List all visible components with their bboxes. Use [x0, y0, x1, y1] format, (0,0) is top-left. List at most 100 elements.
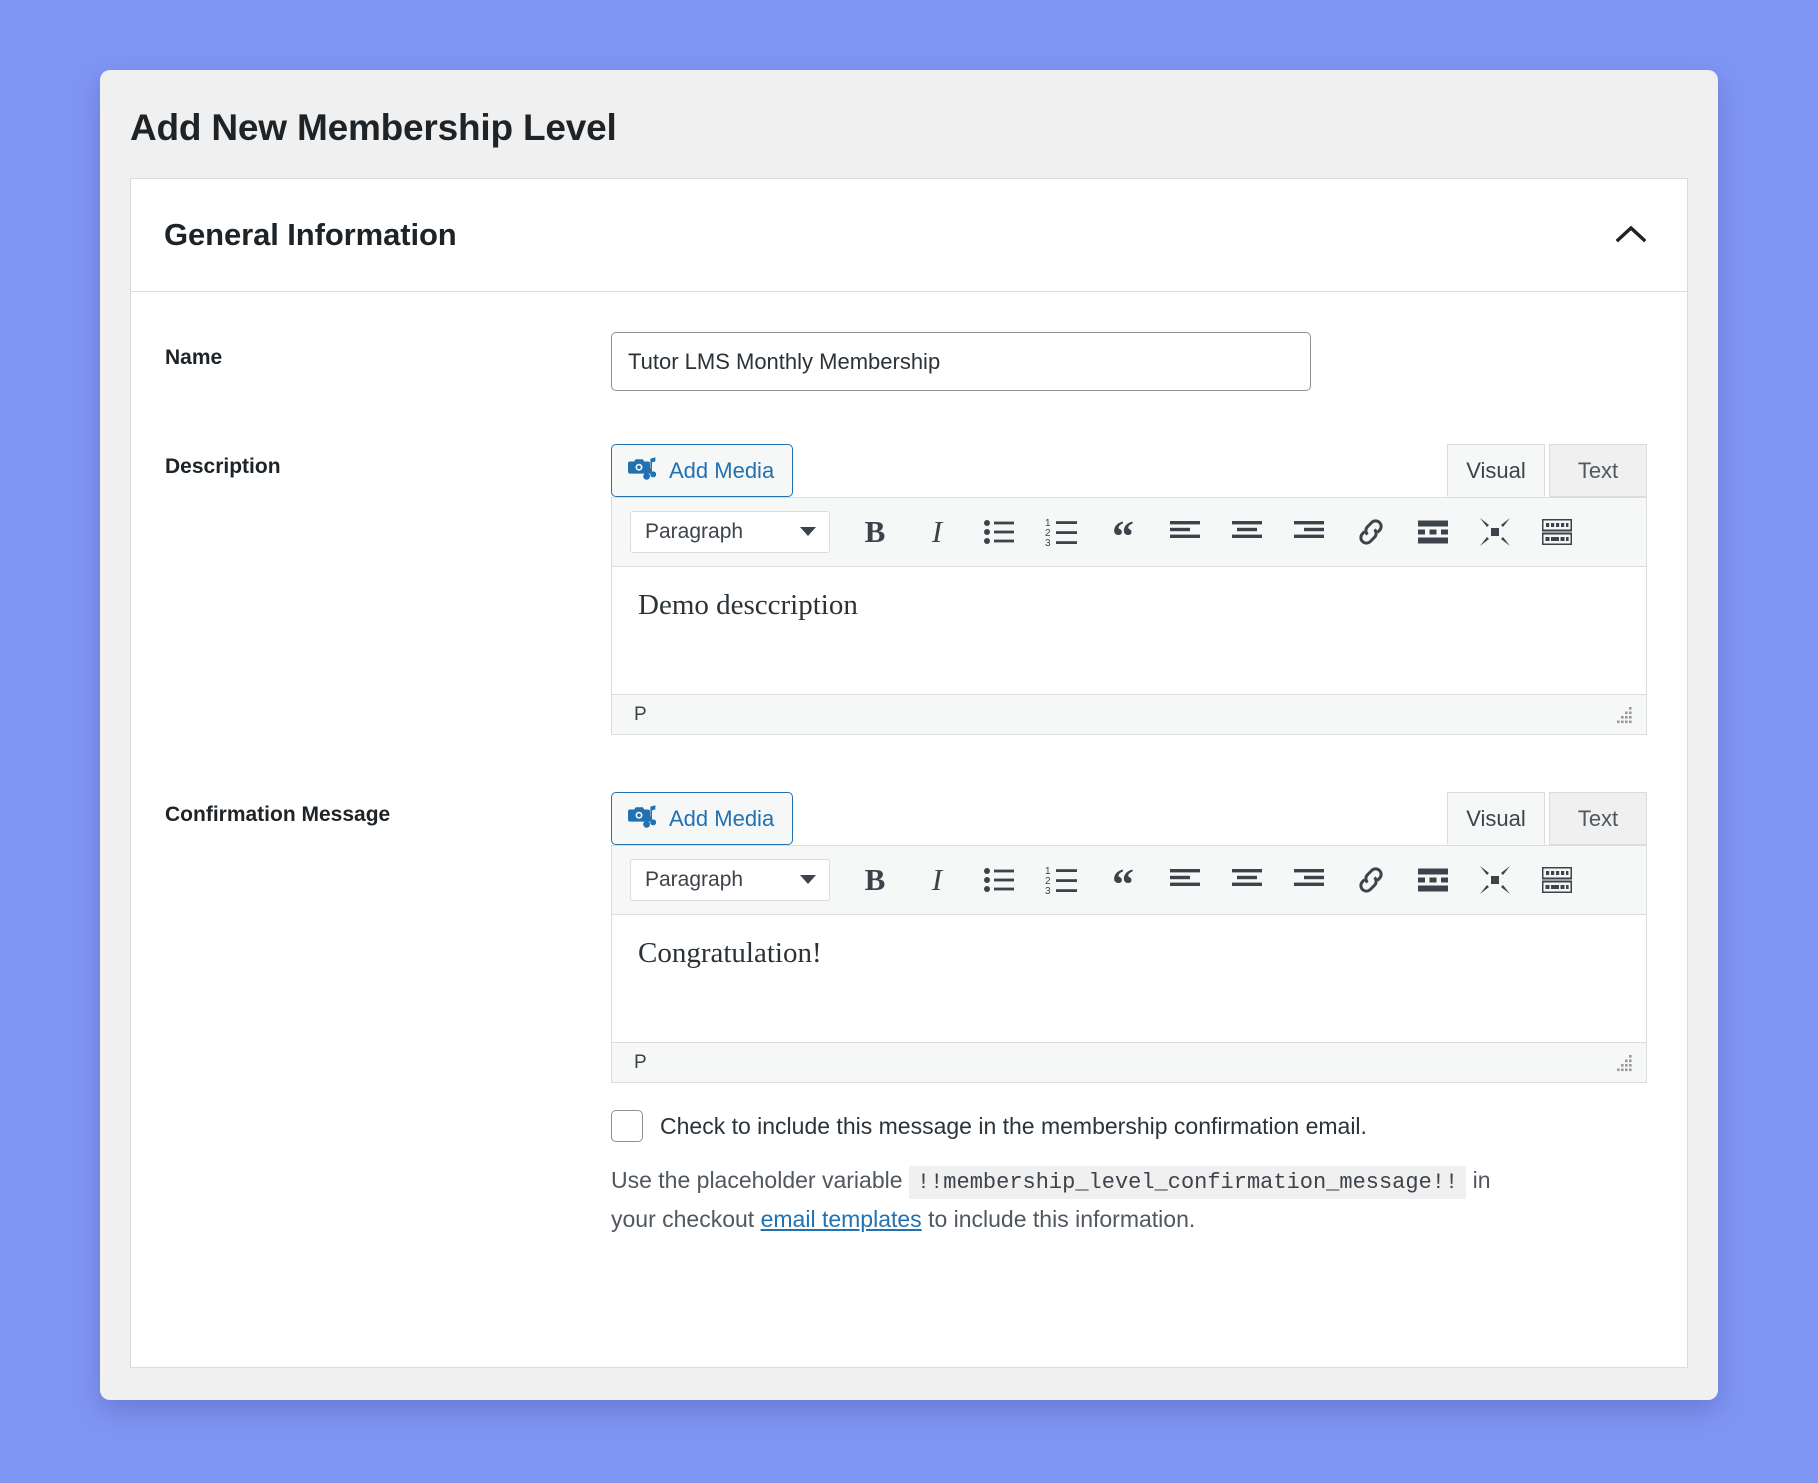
name-label: Name [165, 346, 223, 369]
align-right-icon [1294, 868, 1324, 892]
insert-link-button[interactable] [1340, 504, 1402, 560]
placeholder-variable-code: !!membership_level_confirmation_message!… [908, 1166, 1467, 1199]
include-in-email-checkbox-row: Check to include this message in the mem… [611, 1110, 1647, 1142]
confirmation-tab-text[interactable]: Text [1549, 792, 1647, 845]
italic-button[interactable]: I [906, 852, 968, 908]
metabox-body: Name Description [131, 292, 1687, 1278]
toolbar-toggle-icon [1542, 519, 1572, 545]
confirmation-message-editor: Add Media Visual Text Paragraph B I 1 2 … [611, 789, 1647, 1238]
bold-button[interactable]: B [844, 852, 906, 908]
italic-button[interactable]: I [906, 504, 968, 560]
confirmation-tab-visual[interactable]: Visual [1447, 792, 1545, 845]
confirmation-add-media-button[interactable]: Add Media [611, 792, 794, 845]
svg-text:3: 3 [1045, 886, 1051, 894]
add-media-icon [628, 804, 657, 834]
confirmation-editor-toolbar: Paragraph B I 1 2 3 “ [612, 846, 1646, 915]
chevron-down-icon [799, 520, 817, 544]
bulleted-list-icon [984, 519, 1014, 545]
confirmation-message-label: Confirmation Message [165, 803, 391, 826]
metabox-title: General Information [164, 217, 457, 252]
chevron-up-icon [1615, 225, 1647, 246]
page-title: Add New Membership Level [130, 107, 617, 148]
field-row-description: Description Add Media Visual Text Paragr… [165, 441, 1647, 735]
description-editor-topbar: Add Media Visual Text [611, 441, 1647, 497]
bulleted-list-button[interactable] [968, 852, 1030, 908]
blockquote-button[interactable]: “ [1092, 504, 1154, 560]
description-format-select[interactable]: Paragraph [630, 511, 830, 553]
resize-grip-icon[interactable] [1612, 1052, 1634, 1074]
description-editor-tabs: Visual Text [1447, 444, 1647, 497]
toolbar-toggle-icon [1542, 867, 1572, 893]
align-right-icon [1294, 520, 1324, 544]
description-format-select-value: Paragraph [645, 520, 744, 543]
field-row-name: Name [165, 332, 1641, 391]
read-more-icon [1418, 868, 1448, 892]
bulleted-list-button[interactable] [968, 504, 1030, 560]
help-text-part3: to include this information. [928, 1205, 1196, 1232]
fullscreen-icon [1480, 518, 1510, 546]
include-in-email-label: Check to include this message in the mem… [660, 1112, 1367, 1139]
description-editor-path: P [634, 703, 647, 725]
align-center-icon [1232, 520, 1262, 544]
field-row-confirmation-message: Confirmation Message Add Media Visual Te… [165, 789, 1647, 1238]
description-add-media-button[interactable]: Add Media [611, 444, 794, 497]
description-tab-visual[interactable]: Visual [1447, 444, 1545, 497]
fullscreen-button[interactable] [1464, 852, 1526, 908]
bold-button[interactable]: B [844, 504, 906, 560]
description-editor-frame: Paragraph B I 1 2 3 “ Demo desccription … [611, 497, 1647, 735]
italic-icon: I [931, 514, 943, 549]
insert-link-icon [1356, 866, 1386, 894]
email-templates-link[interactable]: email templates [761, 1206, 922, 1232]
resize-grip-icon[interactable] [1612, 704, 1634, 726]
bulleted-list-icon [984, 867, 1014, 893]
placeholder-help-text: Use the placeholder variable !!membershi… [611, 1162, 1511, 1238]
confirmation-editor-tabs: Visual Text [1447, 792, 1647, 845]
bold-icon: B [864, 514, 886, 549]
read-more-icon [1418, 520, 1448, 544]
add-media-icon [628, 456, 657, 486]
align-center-icon [1232, 868, 1262, 892]
collapse-toggle-button[interactable] [1609, 213, 1653, 257]
align-right-button[interactable] [1278, 504, 1340, 560]
general-information-metabox: General Information Name Descrip [130, 178, 1688, 1368]
numbered-list-button[interactable]: 1 2 3 [1030, 852, 1092, 908]
read-more-button[interactable] [1402, 504, 1464, 560]
align-left-button[interactable] [1154, 504, 1216, 560]
toolbar-toggle-button[interactable] [1526, 504, 1588, 560]
align-center-button[interactable] [1216, 852, 1278, 908]
name-input[interactable] [611, 332, 1311, 391]
description-tab-text[interactable]: Text [1549, 444, 1647, 497]
align-right-button[interactable] [1278, 852, 1340, 908]
metabox-header[interactable]: General Information [131, 179, 1687, 292]
page-card: Add New Membership Level General Informa… [100, 70, 1718, 1400]
description-editor-statusbar: P [612, 694, 1646, 734]
confirmation-format-select-value: Paragraph [645, 868, 744, 891]
chevron-down-icon [799, 868, 817, 892]
align-left-icon [1170, 868, 1200, 892]
fullscreen-icon [1480, 866, 1510, 894]
confirmation-format-select[interactable]: Paragraph [630, 859, 830, 901]
read-more-button[interactable] [1402, 852, 1464, 908]
toolbar-toggle-button[interactable] [1526, 852, 1588, 908]
numbered-list-icon: 1 2 3 [1045, 518, 1077, 546]
confirmation-editor-frame: Paragraph B I 1 2 3 “ Congratulation! P [611, 845, 1647, 1083]
confirmation-editor-topbar: Add Media Visual Text [611, 789, 1647, 845]
align-left-button[interactable] [1154, 852, 1216, 908]
numbered-list-button[interactable]: 1 2 3 [1030, 504, 1092, 560]
description-label: Description [165, 455, 281, 478]
confirmation-editor-content[interactable]: Congratulation! [612, 915, 1646, 1042]
insert-link-icon [1356, 518, 1386, 546]
confirmation-editor-path: P [634, 1051, 647, 1073]
svg-text:3: 3 [1045, 538, 1051, 546]
fullscreen-button[interactable] [1464, 504, 1526, 560]
numbered-list-icon: 1 2 3 [1045, 866, 1077, 894]
include-in-email-checkbox[interactable] [611, 1110, 643, 1142]
blockquote-button[interactable]: “ [1092, 852, 1154, 908]
confirmation-editor-statusbar: P [612, 1042, 1646, 1082]
description-editor: Add Media Visual Text Paragraph B I 1 2 … [611, 441, 1647, 735]
align-center-button[interactable] [1216, 504, 1278, 560]
insert-link-button[interactable] [1340, 852, 1402, 908]
italic-icon: I [931, 862, 943, 897]
confirmation-add-media-label: Add Media [669, 805, 775, 831]
description-editor-content[interactable]: Demo desccription [612, 567, 1646, 694]
